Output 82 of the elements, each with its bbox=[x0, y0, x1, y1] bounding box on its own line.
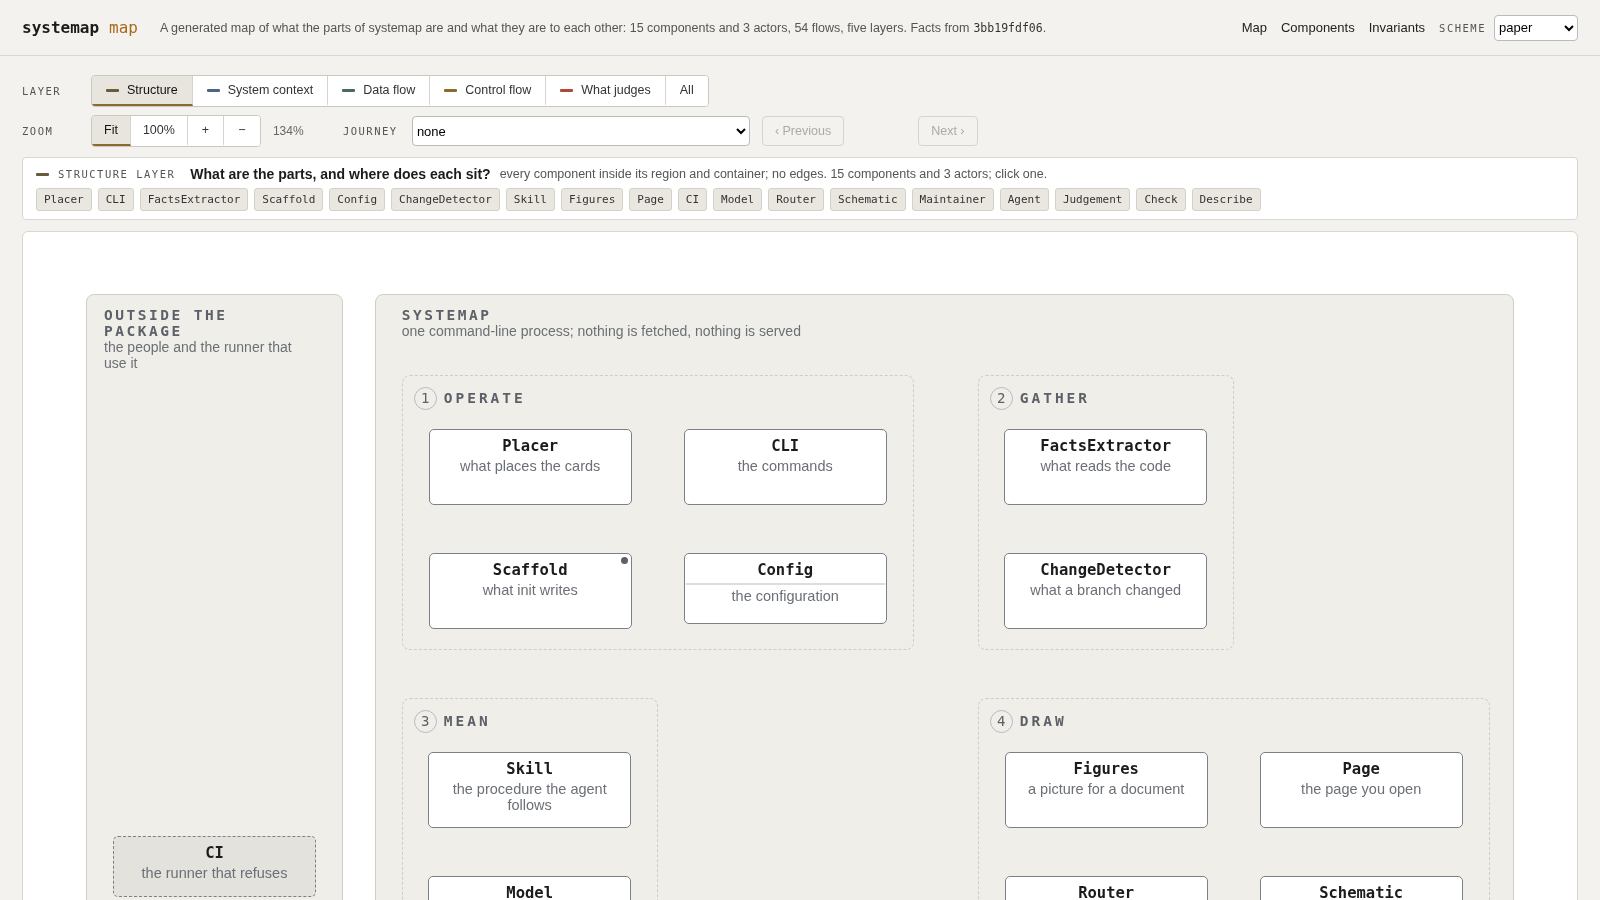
card-subtitle: what reads the code bbox=[1039, 458, 1172, 474]
card-subtitle: the runner that refuses bbox=[140, 865, 289, 881]
zoom-reading: 134% bbox=[272, 124, 305, 138]
component-chip[interactable]: Placer bbox=[36, 188, 92, 211]
component-card[interactable]: Placer what places the cards bbox=[428, 429, 632, 505]
layer-tab[interactable]: Structure bbox=[92, 76, 193, 106]
card-title: CLI bbox=[770, 437, 801, 455]
component-card[interactable]: Schematic bbox=[1259, 876, 1463, 900]
component-chip[interactable]: Scaffold bbox=[254, 188, 324, 211]
journey-select[interactable]: none bbox=[411, 116, 750, 146]
description-text: A generated map of what the parts of systemap are and what they are to each other: 15 components and 3 actors, 54 flows, five layers. Facts from bbox=[159, 20, 970, 35]
card-subtitle: the configuration bbox=[730, 587, 840, 604]
component-card[interactable]: Scaffold what init writes bbox=[428, 553, 632, 629]
card-title: Schematic bbox=[1318, 884, 1405, 900]
card-subtitle: what init writes bbox=[481, 582, 579, 598]
layer-name: STRUCTURE LAYER bbox=[58, 168, 176, 180]
component-chip[interactable]: Page bbox=[629, 188, 672, 211]
component-card[interactable]: CLI the commands bbox=[683, 429, 887, 505]
region-title: OPERATE bbox=[443, 390, 526, 406]
component-chip[interactable]: ChangeDetector bbox=[391, 188, 500, 211]
card-subtitle: what a branch changed bbox=[1029, 582, 1183, 598]
component-card[interactable]: Router bbox=[1004, 876, 1208, 900]
card-subtitle: a picture for a document bbox=[1027, 781, 1186, 797]
component-chip[interactable]: Figures bbox=[560, 188, 624, 211]
component-card[interactable]: Figures a picture for a document bbox=[1004, 752, 1208, 828]
region-title: DRAW bbox=[1019, 713, 1067, 729]
card-subtitle: the commands bbox=[736, 458, 834, 474]
card-subtitle: the page you open bbox=[1300, 781, 1423, 797]
component-card[interactable]: Page the page you open bbox=[1259, 752, 1463, 828]
component-chip[interactable]: FactsExtractor bbox=[139, 188, 249, 211]
card-title: CI bbox=[204, 844, 225, 862]
card-title: Figures bbox=[1072, 760, 1140, 778]
scheme-label: SCHEME bbox=[1439, 21, 1486, 34]
region-title: GATHER bbox=[1019, 390, 1091, 406]
zoom-label: ZOOM bbox=[22, 125, 55, 137]
component-chip[interactable]: Describe bbox=[1191, 188, 1261, 211]
app-subtitle: map bbox=[109, 18, 138, 37]
panel-title: SYSTEMAP bbox=[401, 307, 493, 323]
component-card[interactable]: Skill the procedure the agent follows bbox=[428, 752, 632, 828]
component-chip[interactable]: Schematic bbox=[829, 188, 906, 211]
layer-label: LAYER bbox=[22, 85, 63, 97]
component-chip[interactable]: Maintainer bbox=[911, 188, 994, 211]
card-subtitle: the procedure the agent follows bbox=[451, 781, 608, 813]
card-title: Model bbox=[505, 884, 554, 900]
card-title: ChangeDetector bbox=[1039, 561, 1172, 579]
component-chip[interactable]: Judgement bbox=[1054, 188, 1131, 211]
region-title: MEAN bbox=[443, 713, 491, 729]
panel-title: OUTSIDE THE PACKAGE bbox=[104, 307, 229, 339]
scheme-select[interactable]: paper bbox=[1494, 14, 1578, 41]
card-title: Scaffold bbox=[491, 561, 569, 579]
nav-link[interactable]: Invariants bbox=[1368, 20, 1426, 35]
app-title: systemap bbox=[22, 18, 100, 37]
component-chip[interactable]: Agent bbox=[999, 188, 1049, 211]
panel-subtitle: the people and the runner that use it bbox=[104, 339, 293, 371]
component-chip[interactable]: Config bbox=[329, 188, 386, 211]
component-chip[interactable]: Router bbox=[768, 188, 824, 211]
layer-question: What are the parts, and where does each sit? bbox=[190, 166, 491, 182]
component-chip[interactable]: CI bbox=[677, 188, 708, 211]
card-title: Router bbox=[1077, 884, 1136, 900]
journey-label: JOURNEY bbox=[342, 125, 399, 137]
panel-subtitle: one command-line process; nothing is fetched, nothing is served bbox=[401, 323, 802, 339]
component-chip[interactable]: CLI bbox=[97, 188, 134, 211]
commit-hash: 3bb19fdf06 bbox=[973, 20, 1043, 35]
component-card[interactable]: ChangeDetector what a branch changed bbox=[1004, 553, 1208, 629]
nav-link[interactable]: Map bbox=[1241, 20, 1267, 35]
card-subtitle: what places the cards bbox=[459, 458, 602, 474]
component-card[interactable]: Model bbox=[428, 876, 632, 900]
description-text: . bbox=[1042, 20, 1047, 35]
component-card[interactable]: Config the configuration bbox=[683, 553, 887, 624]
actor-card[interactable]: CI the runner that refuses bbox=[113, 836, 316, 897]
zoom-button[interactable]: Fit bbox=[92, 116, 131, 146]
component-chip[interactable]: Model bbox=[713, 188, 763, 211]
component-chip[interactable]: Check bbox=[1136, 188, 1186, 211]
layer-note: every component inside its region and container; no edges. 15 components and 3 actors; click one. bbox=[499, 167, 1048, 181]
card-title: FactsExtractor bbox=[1039, 437, 1172, 455]
card-title: Placer bbox=[501, 437, 560, 455]
card-title: Page bbox=[1341, 760, 1381, 778]
component-card[interactable]: FactsExtractor what reads the code bbox=[1004, 429, 1208, 505]
component-chip[interactable]: Skill bbox=[505, 188, 555, 211]
card-title: Skill bbox=[505, 760, 554, 778]
nav-link[interactable]: Components bbox=[1280, 20, 1355, 35]
card-title: Config bbox=[756, 561, 815, 579]
